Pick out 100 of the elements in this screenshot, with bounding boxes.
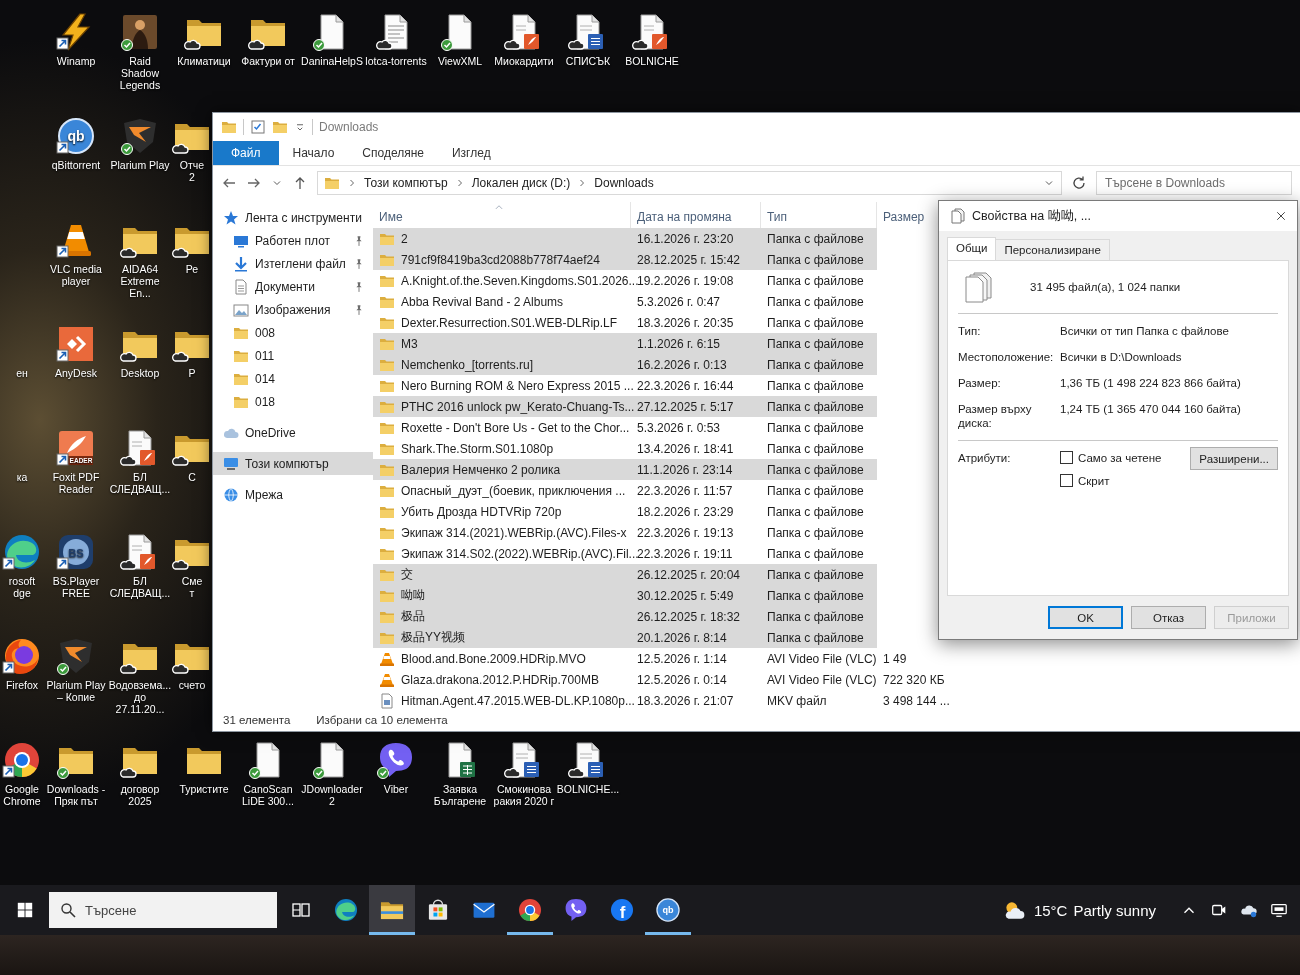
file-row[interactable]: Glaza.drakona.2012.P.HDRip.700MB 12.5.2026 г. 0:14 AVI Video File (VLC) [373, 669, 877, 690]
desktop-item[interactable]: ка [0, 424, 44, 485]
column-header[interactable]: Тип [767, 210, 787, 224]
desktop-item[interactable]: Firefox [0, 632, 44, 693]
file-row[interactable]: PTHC 2016 unlock pw_Kerato-Chuang-Ts... 27.12.2025 г. 5:17 Папка с файлове [373, 396, 877, 417]
address-bar[interactable]: Този компютър Локален диск (D:) Downloads [317, 171, 1062, 195]
taskbar-search-field[interactable]: Търсене [49, 892, 277, 928]
desktop-item[interactable]: Ре [172, 216, 212, 277]
desktop-item[interactable]: Отче 2 [172, 112, 212, 185]
breadcrumb[interactable]: Downloads [594, 176, 654, 190]
file-row[interactable]: Опасный_дуэт_(боевик, приключения ... 22.3.2026 г. 11:57 Папка с файлове [373, 480, 877, 501]
file-row[interactable]: 极品 26.12.2025 г. 18:32 Папка с файлове [373, 606, 877, 627]
desktop-item[interactable]: СПИСЪК [556, 8, 620, 69]
monitor-icon[interactable] [1270, 901, 1288, 919]
desktop-item[interactable]: Туристите [172, 736, 236, 797]
check-box-icon[interactable] [250, 119, 266, 135]
desktop-item[interactable]: BOLNICHE... [556, 736, 620, 797]
file-row[interactable]: Blood.and.Bone.2009.HDRip.MVO 12.5.2026 г. 1:14 AVI Video File (VLC) [373, 648, 877, 669]
desktop-item[interactable]: Viber [364, 736, 428, 797]
file-row[interactable]: Dexter.Resurrection.S01.WEB-DLRip.LF 18.3.2026 г. 20:35 Папка с файлове [373, 312, 877, 333]
nav-item[interactable]: 008 [213, 321, 373, 344]
temperature[interactable]: 15°C [1033, 901, 1068, 919]
checkbox[interactable] [1060, 451, 1073, 464]
dropdown-arrow-icon[interactable] [294, 121, 306, 133]
desktop-item[interactable]: Сме т [172, 528, 212, 601]
nav-item[interactable]: Мрежа [213, 483, 373, 506]
desktop-item[interactable]: JDownloader 2 [300, 736, 364, 809]
advanced-button[interactable]: Разширени... [1190, 447, 1278, 470]
task-view-icon[interactable] [291, 900, 311, 920]
file-row[interactable]: Nemchenko_[torrents.ru] 16.2.2026 г. 0:13 Папка с файлове [373, 354, 877, 375]
desktop-item[interactable]: счето [172, 632, 212, 693]
taskbar-button[interactable] [369, 885, 415, 935]
checkbox[interactable] [1060, 474, 1073, 487]
desktop-item[interactable]: Р [172, 320, 212, 381]
file-row[interactable]: 2 16.1.2026 г. 23:20 Папка с файлове [373, 228, 877, 249]
file-row[interactable]: Roxette - Don't Bore Us - Get to the Chor... 5.3.2026 г. 0:53 Папка с файлове [373, 417, 877, 438]
nav-item[interactable]: 018 [213, 390, 373, 413]
desktop-item[interactable]: BOLNICHE [620, 8, 684, 69]
column-header[interactable]: Име [379, 210, 403, 224]
desktop-item[interactable]: rosoft dge [0, 528, 44, 601]
desktop-item[interactable]: Миокардити [492, 8, 556, 69]
nav-item[interactable]: Изтеглени файл [213, 252, 373, 275]
file-row[interactable]: 呦呦 30.12.2025 г. 5:49 Папка с файлове [373, 585, 877, 606]
desktop-item[interactable]: qb qBittorrent [44, 112, 108, 173]
desktop-item[interactable]: Google Chrome [0, 736, 44, 809]
breadcrumb[interactable]: Локален диск (D:) [471, 176, 571, 190]
file-row[interactable]: Валерия Немченко 2 ролика 11.1.2026 г. 23:14 Папка с файлове [373, 459, 877, 480]
nav-item[interactable]: OneDrive [213, 421, 373, 444]
refresh-icon[interactable] [1071, 175, 1087, 191]
desktop-item[interactable]: Климатици [172, 8, 236, 69]
search-field[interactable]: Търсене в Downloads [1096, 171, 1292, 195]
desktop-item[interactable]: Winamp [44, 8, 108, 69]
dialog-button[interactable]: Отказ [1131, 606, 1206, 629]
desktop-item[interactable]: Raid Shadow Legends [108, 8, 172, 93]
desktop-item[interactable]: AnyDesk [44, 320, 108, 381]
file-row[interactable]: 交 26.12.2025 г. 20:04 Папка с файлове [373, 564, 877, 585]
file-row[interactable]: Shark.The.Storm.S01.1080p 13.4.2026 г. 18:41 Папка с файлове [373, 438, 877, 459]
file-row[interactable]: Abba Revival Band - 2 Albums 5.3.2026 г. 0:47 Папка с файлове [373, 291, 877, 312]
desktop-item[interactable]: договор 2025 [108, 736, 172, 809]
desktop-item[interactable]: CanoScan LiDE 300... [236, 736, 300, 809]
desktop-item[interactable]: Смокинова ракия 2020 г [492, 736, 556, 809]
desktop-item[interactable]: Plarium Play – Копие [44, 632, 108, 705]
nav-item[interactable]: Документи [213, 275, 373, 298]
desktop-item[interactable]: ен [0, 320, 44, 381]
close-icon[interactable] [1275, 210, 1287, 222]
desktop-item[interactable]: Водовзема... до 27.11.20... [108, 632, 172, 717]
file-row[interactable]: Экипаж 314.(2021).WEBRip.(AVC).Files-x 22.3.2026 г. 19:13 Папка с файлове [373, 522, 877, 543]
file-row[interactable]: 791cf9f8419ba3cd2088b778f74aef24 28.12.2025 г. 15:42 Папка с файлове [373, 249, 877, 270]
desktop-item[interactable]: lotca-torrents [364, 8, 428, 69]
nav-item[interactable]: 011 [213, 344, 373, 367]
desktop-item[interactable]: VLC media player [44, 216, 108, 289]
desktop-item[interactable]: Downloads - Пряк път [44, 736, 108, 809]
file-row[interactable]: Экипаж 314.S02.(2022).WEBRip.(AVC).Fil...22.3.2026 г. 19:11 Папка с файлове [373, 543, 877, 564]
ribbon-tab[interactable]: Споделяне [348, 141, 438, 165]
desktop-item[interactable]: Plarium Play [108, 112, 172, 173]
desktop-item[interactable]: BS BS.Player FREE [44, 528, 108, 601]
file-row[interactable]: 极品YY视频 20.1.2026 г. 8:14 Папка с файлове [373, 627, 877, 648]
desktop-item[interactable]: БЛ СЛЕДВАЩ... [108, 424, 172, 497]
desktop-item[interactable]: ViewXML [428, 8, 492, 69]
file-row[interactable]: Убить Дрозда HDTVRip 720p 18.2.2026 г. 23:29 Папка с файлове [373, 501, 877, 522]
desktop-item[interactable]: Фактури от [236, 8, 300, 69]
ribbon-tab[interactable]: Изглед [438, 141, 505, 165]
breadcrumb[interactable]: Този компютър [364, 176, 448, 190]
file-row[interactable]: Nero Burning ROM & Nero Express 2015 ... 22.3.2026 г. 16:44 Папка с файлове [373, 375, 877, 396]
nav-item[interactable]: Този компютър [213, 452, 373, 475]
file-row[interactable]: Hitman.Agent.47.2015.WEB-DL.KP.1080p... 18.3.2026 г. 21:07 MKV файл [373, 690, 877, 711]
desktop-item[interactable]: С [172, 424, 212, 485]
dialog-tab[interactable]: Персонализиране [995, 239, 1110, 260]
column-header[interactable]: Размер [883, 210, 925, 224]
dialog-button[interactable]: OK [1048, 606, 1123, 629]
desktop-item[interactable]: AIDA64 Extreme En... [108, 216, 172, 301]
file-row[interactable]: A.Knight.of.the.Seven.Kingdoms.S01.2026...19.2.2026 г. 19:08 Папка с файлове [373, 270, 877, 291]
desktop-item[interactable]: Desktop [108, 320, 172, 381]
desktop-item[interactable]: DaninaHelpS [300, 8, 364, 69]
desktop-item[interactable]: БЛ СЛЕДВАЩ... [108, 528, 172, 601]
weather-condition[interactable]: Partly sunny [1073, 901, 1156, 919]
nav-item[interactable]: 014 [213, 367, 373, 390]
ribbon-tab[interactable]: Начало [278, 141, 349, 165]
start-icon[interactable] [16, 901, 34, 919]
dialog-tab[interactable]: Общи [947, 237, 997, 260]
